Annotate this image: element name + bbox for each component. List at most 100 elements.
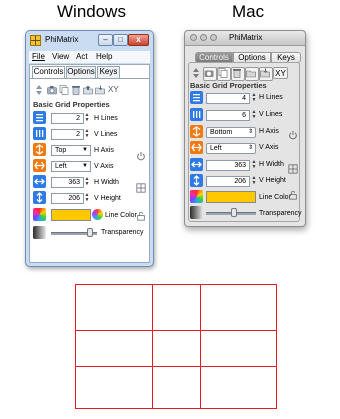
- h-axis-icon: [190, 125, 203, 138]
- v-axis-select[interactable]: Left ⇕: [206, 143, 256, 154]
- grid-horizontal-line: [75, 284, 277, 285]
- h-axis-icon: [33, 143, 46, 156]
- v-lines-icon: [33, 127, 46, 140]
- h-axis-label: H Axis: [259, 128, 279, 135]
- menu-file[interactable]: File: [32, 52, 45, 61]
- windows-heading: Windows: [57, 2, 126, 21]
- grid-icon[interactable]: [288, 164, 300, 176]
- tab-options[interactable]: Options: [66, 66, 96, 78]
- line-color-swatch[interactable]: [51, 209, 91, 221]
- color-picker-icon[interactable]: [92, 209, 103, 220]
- close-button[interactable]: x: [128, 34, 149, 46]
- v-lines-stepper[interactable]: ▲ ▼: [84, 129, 90, 140]
- folder-open-icon[interactable]: [83, 85, 93, 95]
- controls-panel: XY Basic Grid Properties 4 ▲ ▼ H Lines 6 …: [188, 62, 302, 222]
- line-color-swatch[interactable]: [206, 191, 256, 203]
- power-icon[interactable]: [136, 151, 148, 163]
- transparency-label: Transparency: [101, 229, 144, 236]
- up-down-arrows-icon[interactable]: [191, 68, 201, 78]
- v-lines-stepper[interactable]: ▲ ▼: [251, 110, 257, 121]
- v-height-stepper[interactable]: ▲ ▼: [251, 176, 257, 187]
- line-color-label: Line Color: [259, 194, 291, 201]
- camera-icon[interactable]: [47, 85, 57, 95]
- trash-icon[interactable]: [71, 85, 81, 95]
- minimize-button[interactable]: [200, 34, 207, 41]
- app-icon: [30, 35, 41, 46]
- v-axis-icon: [190, 141, 203, 154]
- v-height-icon: [190, 174, 203, 187]
- title-bar[interactable]: PhiMatrix – □ x: [26, 31, 153, 50]
- mac-heading: Mac: [232, 2, 265, 21]
- power-icon[interactable]: [288, 130, 300, 142]
- copy-icon[interactable]: [59, 85, 69, 95]
- transparency-slider-thumb[interactable]: [87, 228, 94, 237]
- v-lines-label: V Lines: [94, 131, 118, 138]
- transparency-slider-thumb[interactable]: [230, 208, 237, 217]
- lock-icon[interactable]: [136, 211, 148, 223]
- v-axis-label: V Axis: [259, 144, 279, 151]
- h-width-input[interactable]: 363: [206, 160, 250, 171]
- h-lines-input[interactable]: 4: [206, 93, 250, 104]
- title-bar[interactable]: PhiMatrix: [185, 31, 305, 46]
- zoom-button[interactable]: [210, 34, 217, 41]
- h-lines-label: H Lines: [259, 94, 283, 101]
- v-height-input[interactable]: 206: [51, 193, 84, 204]
- grid-vertical-line: [276, 284, 277, 409]
- grid-vertical-line: [152, 284, 153, 409]
- h-lines-icon: [33, 111, 46, 124]
- v-height-label: V Height: [259, 177, 286, 184]
- h-lines-label: H Lines: [94, 115, 118, 122]
- v-height-icon: [33, 191, 46, 204]
- close-button[interactable]: [190, 34, 197, 41]
- v-lines-input[interactable]: 2: [51, 129, 84, 140]
- h-lines-stepper[interactable]: ▲ ▼: [251, 93, 257, 104]
- h-axis-select[interactable]: Bottom ⇕: [206, 127, 256, 138]
- window-title: PhiMatrix: [229, 33, 263, 42]
- maximize-button[interactable]: □: [113, 34, 128, 46]
- transparency-icon: [33, 226, 46, 239]
- menu-view[interactable]: View: [52, 52, 69, 61]
- h-lines-icon: [190, 91, 203, 104]
- h-width-stepper[interactable]: ▲ ▼: [84, 177, 90, 188]
- v-height-stepper[interactable]: ▲ ▼: [84, 193, 90, 204]
- xy-toggle[interactable]: XY: [108, 85, 119, 94]
- folder-save-icon[interactable]: [95, 85, 105, 95]
- xy-toggle[interactable]: XY: [273, 67, 288, 79]
- window-title: PhiMatrix: [45, 35, 79, 44]
- color-wheel-icon: [33, 208, 46, 221]
- lock-icon[interactable]: [288, 190, 300, 202]
- controls-panel: Controls Options Keys XY Basic Grid Prop…: [29, 64, 150, 263]
- v-height-input[interactable]: 206: [206, 176, 250, 187]
- trash-icon[interactable]: [231, 67, 245, 81]
- h-width-label: H Width: [94, 179, 119, 186]
- h-axis-select[interactable]: Top ▼: [51, 145, 91, 156]
- tab-keys[interactable]: Keys: [97, 66, 120, 78]
- v-lines-label: V Lines: [259, 111, 283, 118]
- up-down-arrows-icon[interactable]: [34, 85, 44, 95]
- folder-save-icon[interactable]: [259, 67, 273, 81]
- grid-horizontal-line: [75, 366, 277, 367]
- copy-icon[interactable]: [217, 67, 231, 81]
- h-width-input[interactable]: 363: [51, 177, 84, 188]
- line-color-label: Line Color: [105, 212, 137, 219]
- v-lines-input[interactable]: 6: [206, 110, 250, 121]
- tab-divider: [30, 78, 149, 79]
- h-axis-label: H Axis: [94, 147, 114, 154]
- folder-open-icon[interactable]: [245, 67, 259, 81]
- v-axis-icon: [33, 159, 46, 172]
- menu-act[interactable]: Act: [76, 52, 88, 61]
- v-height-label: V Height: [94, 195, 121, 202]
- grid-icon[interactable]: [136, 183, 148, 195]
- menu-bar: File View Act Help: [29, 51, 150, 63]
- h-lines-stepper[interactable]: ▲ ▼: [84, 113, 90, 124]
- h-width-label: H Width: [259, 161, 284, 168]
- menu-help[interactable]: Help: [96, 52, 112, 61]
- v-axis-select[interactable]: Left ▼: [51, 161, 91, 172]
- h-lines-input[interactable]: 2: [51, 113, 84, 124]
- h-width-icon: [33, 175, 46, 188]
- color-wheel-icon: [190, 190, 203, 203]
- minimize-button[interactable]: –: [98, 34, 113, 46]
- camera-icon[interactable]: [203, 67, 217, 81]
- transparency-icon: [190, 206, 203, 219]
- h-width-stepper[interactable]: ▲ ▼: [251, 160, 257, 171]
